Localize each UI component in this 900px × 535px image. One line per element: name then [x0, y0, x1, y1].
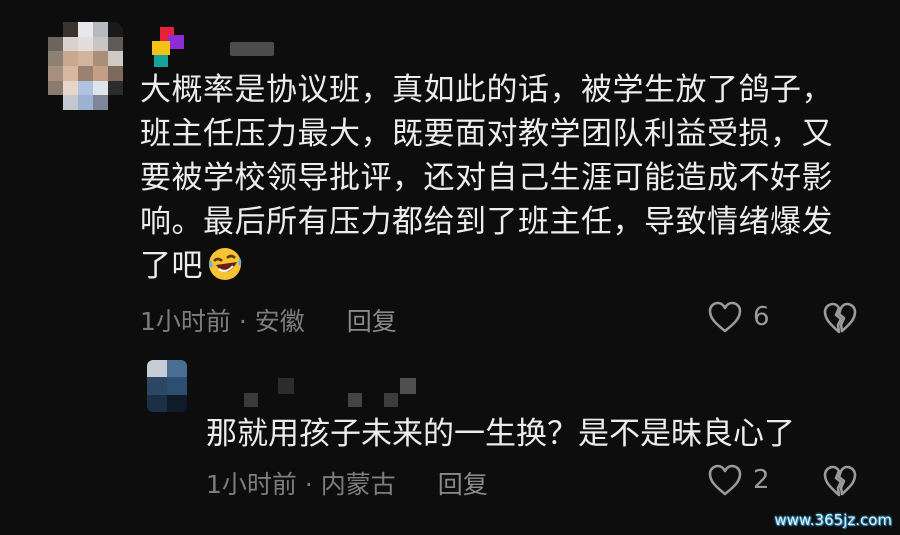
- reply-text: 那就用孩子未来的一生换？是不是昧良心了: [206, 416, 795, 452]
- reply-like[interactable]: 2: [707, 463, 770, 497]
- reply-button[interactable]: 回复: [438, 470, 488, 499]
- reply-meta: 1小时前 · 内蒙古 回复: [206, 465, 488, 501]
- like-count: 2: [753, 465, 770, 495]
- commenter-avatar[interactable]: [48, 22, 123, 110]
- commenter-name[interactable]: [230, 42, 274, 56]
- meta-separator: ·: [304, 470, 313, 499]
- watermark: www.365jz.com: [774, 511, 892, 529]
- reply-location: 内蒙古: [320, 470, 396, 499]
- comment-time: 1小时前: [140, 307, 231, 336]
- reply-time: 1小时前: [206, 470, 297, 499]
- rolling-laughing-face-icon: [209, 248, 242, 280]
- broken-heart-icon[interactable]: [822, 464, 858, 498]
- comment-text: 大概率是协议班，真如此的话，被学生放了鸽子，班主任压力最大，既要面对教学团队利益…: [140, 68, 860, 288]
- heart-icon[interactable]: [707, 463, 743, 497]
- comment-meta: 1小时前 · 安徽 回复: [140, 302, 397, 338]
- user-level-badge: [152, 27, 186, 69]
- replier-avatar[interactable]: [147, 360, 187, 412]
- comment-location: 安徽: [254, 307, 305, 336]
- comment-thread: 大概率是协议班，真如此的话，被学生放了鸽子，班主任压力最大，既要面对教学团队利益…: [0, 0, 900, 535]
- heart-icon[interactable]: [707, 300, 743, 334]
- meta-separator: ·: [238, 307, 247, 336]
- like-count: 6: [753, 302, 770, 332]
- broken-heart-icon[interactable]: [822, 301, 858, 335]
- comment-like[interactable]: 6: [707, 300, 770, 334]
- reply-button[interactable]: 回复: [347, 307, 397, 336]
- comment-body: 大概率是协议班，真如此的话，被学生放了鸽子，班主任压力最大，既要面对教学团队利益…: [140, 72, 833, 284]
